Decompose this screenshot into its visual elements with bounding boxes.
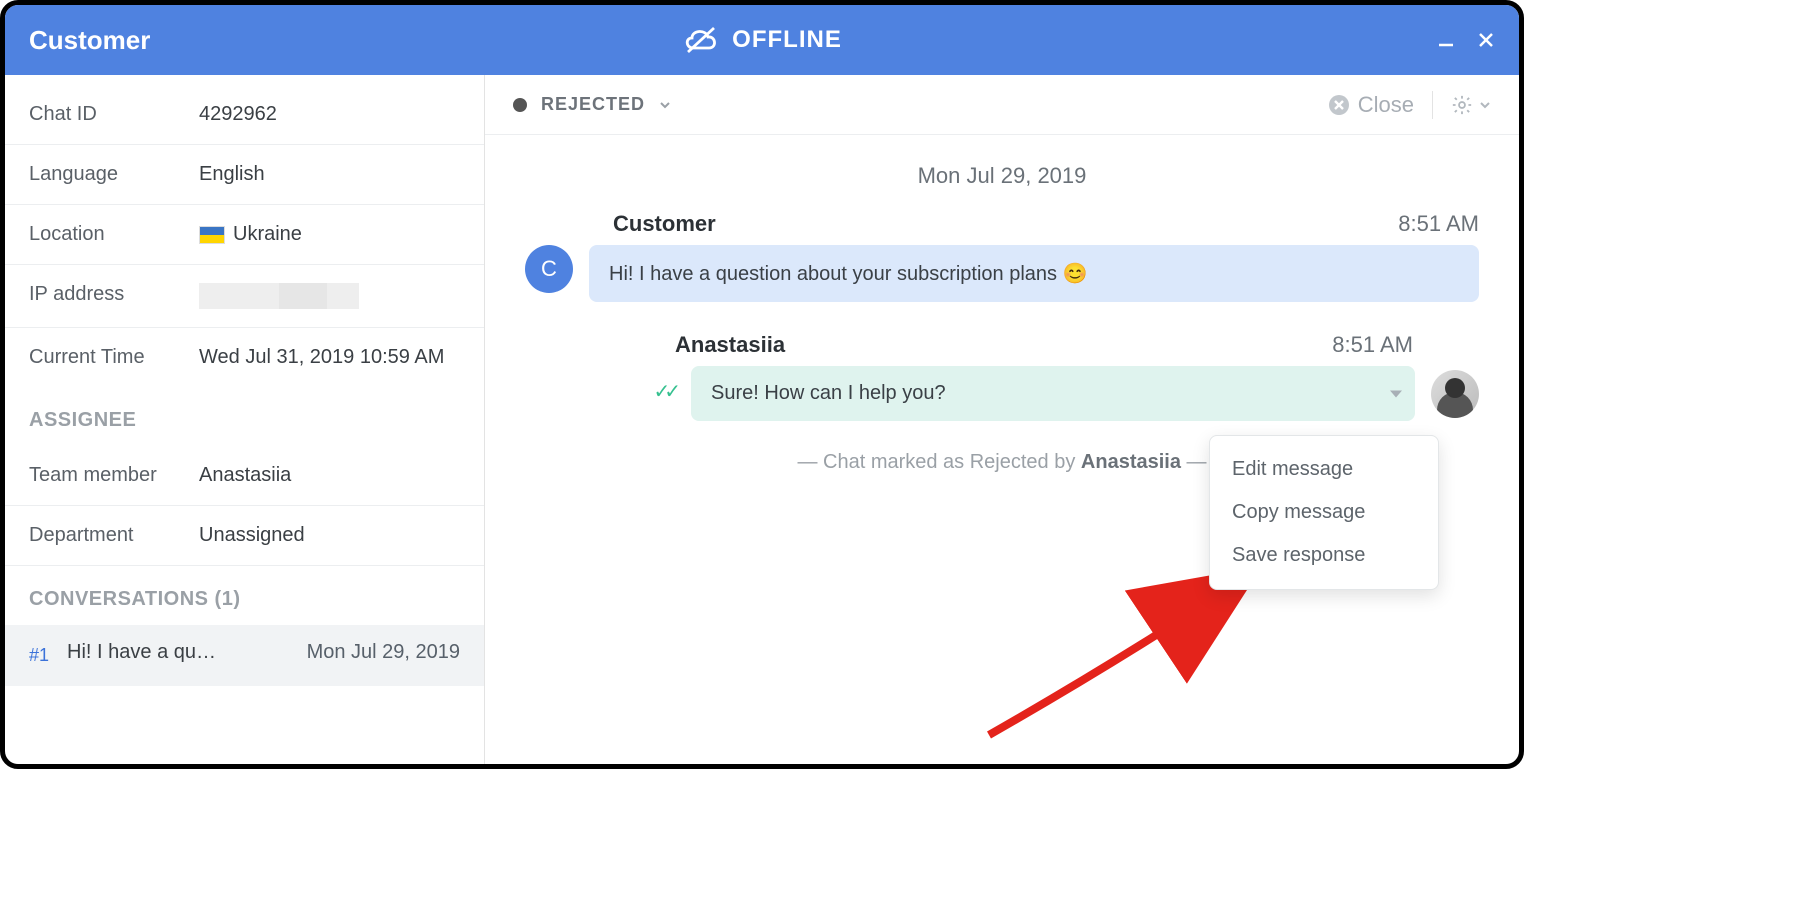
- offline-indicator: OFFLINE: [5, 5, 1519, 75]
- toolbar-divider: [1432, 91, 1433, 119]
- caret-down-icon: [1389, 389, 1403, 399]
- close-circle-icon: [1328, 94, 1350, 116]
- cloud-offline-icon: [682, 26, 720, 54]
- agent-message-block: Anastasiia 8:51 AM ✓✓ Sure! How can I he…: [525, 332, 1479, 421]
- info-row-language: Language English: [5, 145, 484, 205]
- close-chat-button[interactable]: Close: [1328, 92, 1414, 118]
- customer-avatar: C: [525, 245, 573, 293]
- label-language: Language: [29, 163, 199, 186]
- assignee-heading: ASSIGNEE: [5, 387, 484, 446]
- info-row-department: Department Unassigned: [5, 506, 484, 566]
- customer-bubble: Hi! I have a question about your subscri…: [589, 245, 1479, 302]
- conversation-preview: Hi! I have a qu…: [67, 641, 216, 664]
- agent-message-text: Sure! How can I help you?: [711, 382, 946, 404]
- chat-panel: REJECTED Close Mon Jul 29, 2019: [485, 75, 1519, 764]
- sidebar: Chat ID 4292962 Language English Locatio…: [5, 75, 485, 764]
- label-ip: IP address: [29, 283, 199, 309]
- conversation-item[interactable]: #1 Hi! I have a qu… Mon Jul 29, 2019: [5, 625, 484, 686]
- window-title: Customer: [29, 25, 150, 56]
- label-location: Location: [29, 223, 199, 246]
- label-team-member: Team member: [29, 464, 199, 487]
- agent-name: Anastasiia: [675, 332, 785, 358]
- chevron-down-icon[interactable]: [659, 99, 671, 111]
- info-row-location: Location Ukraine: [5, 205, 484, 265]
- customer-message-block: Customer 8:51 AM C Hi! I have a question…: [525, 211, 1479, 302]
- value-ip-redacted: [199, 283, 359, 309]
- customer-name: Customer: [613, 211, 716, 237]
- status-dot-icon: [513, 98, 527, 112]
- system-note-prefix: — Chat marked as Rejected by: [797, 451, 1080, 473]
- message-actions-dropdown: Edit message Copy message Save response: [1209, 435, 1439, 590]
- conversation-number: #1: [29, 645, 49, 666]
- chat-toolbar: REJECTED Close: [485, 75, 1519, 135]
- info-row-chat-id: Chat ID 4292962: [5, 85, 484, 145]
- read-receipt-icon: ✓✓: [653, 379, 675, 404]
- date-separator: Mon Jul 29, 2019: [525, 163, 1479, 189]
- annotation-arrow-icon: [979, 565, 1279, 745]
- chat-window: Customer OFFLINE Chat ID 4292962 Languag…: [0, 0, 1524, 769]
- conversation-date: Mon Jul 29, 2019: [307, 641, 460, 664]
- conversations-heading: CONVERSATIONS (1): [5, 566, 484, 625]
- system-note-by: Anastasiia: [1081, 451, 1181, 473]
- info-row-current-time: Current Time Wed Jul 31, 2019 10:59 AM: [5, 328, 484, 387]
- info-row-ip: IP address: [5, 265, 484, 328]
- agent-avatar: [1431, 370, 1479, 418]
- label-chat-id: Chat ID: [29, 103, 199, 126]
- label-current-time: Current Time: [29, 346, 199, 369]
- value-current-time: Wed Jul 31, 2019 10:59 AM: [199, 346, 444, 369]
- message-actions-caret[interactable]: [1389, 382, 1403, 405]
- close-label: Close: [1358, 92, 1414, 118]
- ukraine-flag-icon: [199, 226, 225, 244]
- value-language: English: [199, 163, 265, 186]
- settings-button[interactable]: [1451, 94, 1491, 116]
- titlebar: Customer OFFLINE: [5, 5, 1519, 75]
- chevron-down-icon: [1479, 99, 1491, 111]
- customer-message-text: Hi! I have a question about your subscri…: [609, 263, 1088, 285]
- label-department: Department: [29, 524, 199, 547]
- value-department: Unassigned: [199, 524, 305, 547]
- customer-time: 8:51 AM: [1398, 211, 1479, 237]
- value-chat-id: 4292962: [199, 103, 277, 126]
- chat-messages: Mon Jul 29, 2019 Customer 8:51 AM C Hi! …: [485, 135, 1519, 764]
- minimize-icon[interactable]: [1437, 31, 1455, 49]
- agent-time: 8:51 AM: [1332, 332, 1413, 358]
- menu-item-copy-message[interactable]: Copy message: [1210, 491, 1438, 534]
- agent-bubble: Sure! How can I help you?: [691, 366, 1415, 421]
- gear-icon: [1451, 94, 1473, 116]
- system-note-suffix: —: [1181, 451, 1207, 473]
- info-row-team-member: Team member Anastasiia: [5, 446, 484, 506]
- value-location: Ukraine: [233, 223, 302, 246]
- close-window-icon[interactable]: [1477, 31, 1495, 49]
- chat-status-label[interactable]: REJECTED: [541, 94, 645, 115]
- value-team-member: Anastasiia: [199, 464, 291, 487]
- offline-label: OFFLINE: [732, 26, 842, 54]
- menu-item-edit-message[interactable]: Edit message: [1210, 448, 1438, 491]
- menu-item-save-response[interactable]: Save response: [1210, 534, 1438, 577]
